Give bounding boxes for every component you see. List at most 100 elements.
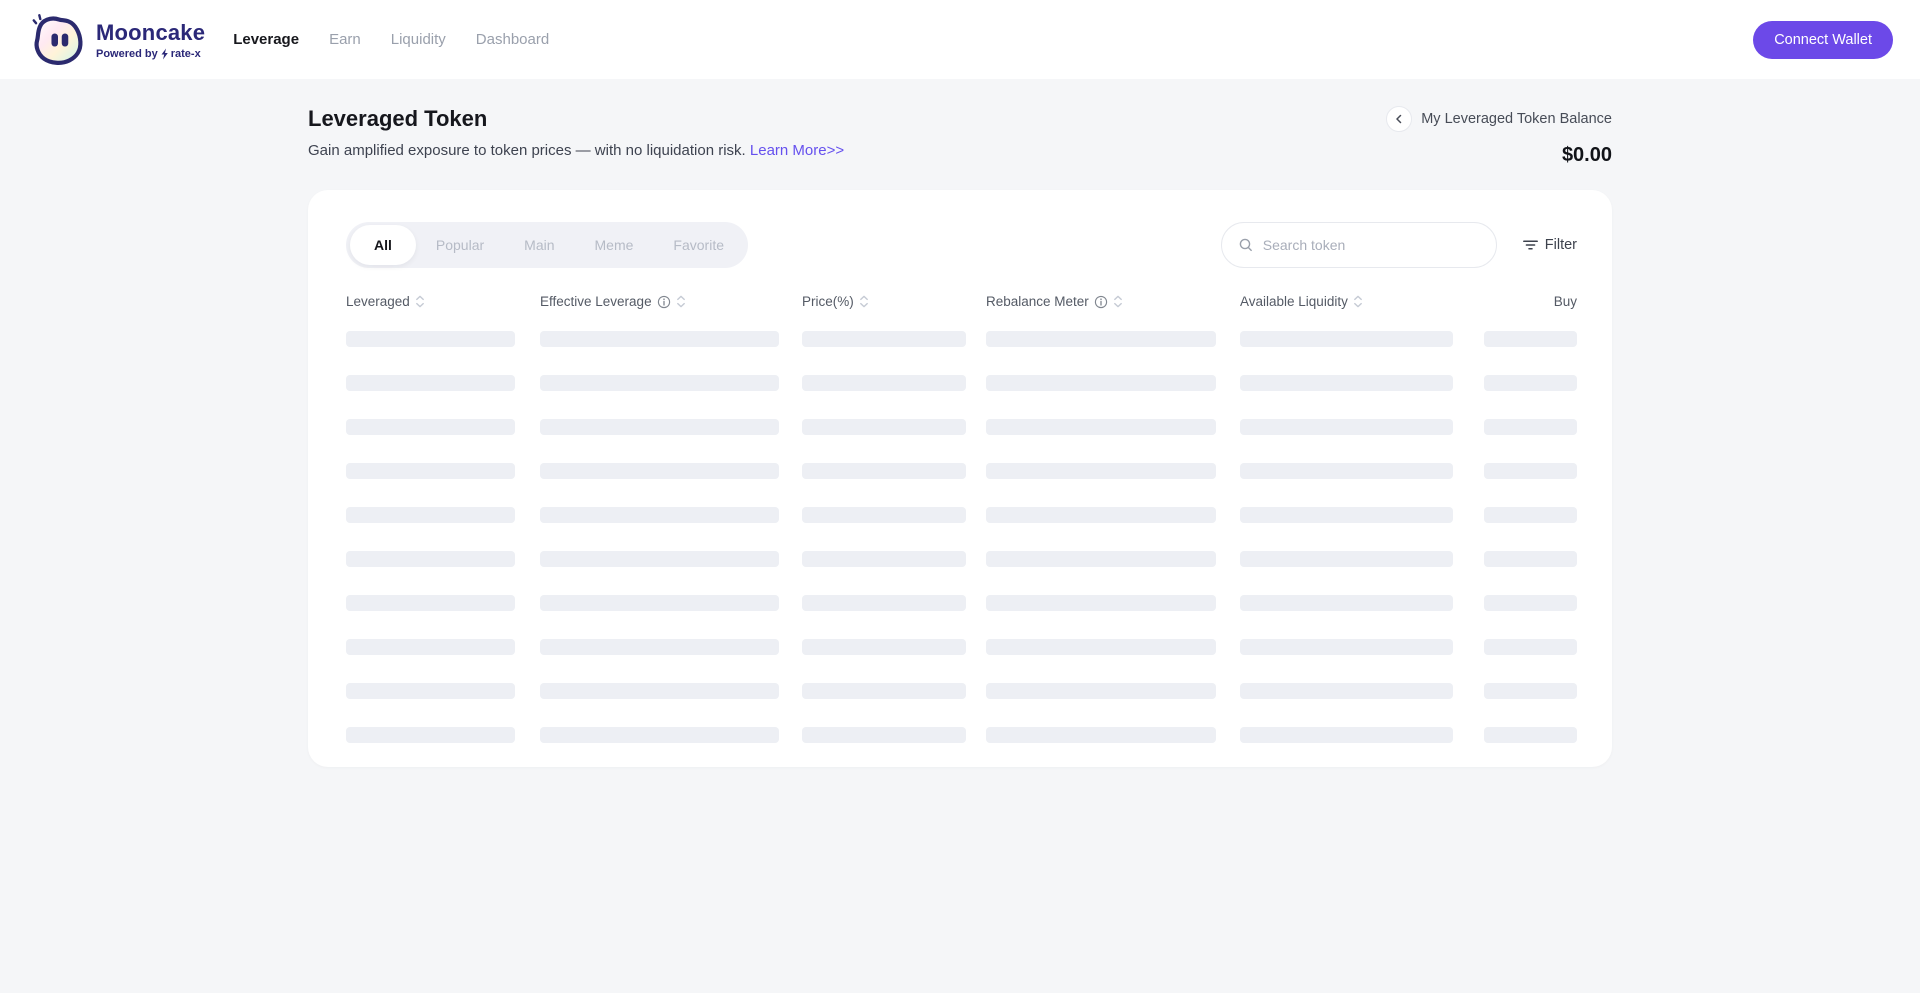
column-header-price[interactable]: Price(%) [802,294,986,309]
skeleton-bar [540,375,779,391]
brand-logo[interactable]: Mooncake Powered by rate-x [30,12,205,68]
skeleton-bar [1484,507,1577,523]
skeleton-bar [540,551,779,567]
skeleton-bar [346,727,515,743]
skeleton-bar [346,419,515,435]
table-row-skeleton [346,375,1577,391]
skeleton-bar [1240,463,1453,479]
skeleton-bar [1484,727,1577,743]
info-icon [1094,295,1107,308]
skeleton-bar [1484,331,1577,347]
search-box[interactable] [1220,222,1497,268]
info-icon [657,295,670,308]
skeleton-bar [540,331,779,347]
tab-popular[interactable]: Popular [416,225,504,265]
table-row-skeleton [346,463,1577,479]
skeleton-bar [1484,639,1577,655]
main-content: Leveraged Token Gain amplified exposure … [308,106,1612,767]
sort-icon [415,295,424,308]
skeleton-bar [986,595,1216,611]
skeleton-bar [986,551,1216,567]
toolbar-right: Filter [1220,222,1577,268]
skeleton-bar [540,727,779,743]
top-bar: Mooncake Powered by rate-x Leverage Earn… [0,0,1920,79]
balance-value: $0.00 [1561,144,1612,166]
page-title: Leveraged Token [308,106,488,131]
table-row-skeleton [346,683,1577,699]
table-row-skeleton [346,331,1577,347]
skeleton-bar [1240,375,1453,391]
skeleton-bar [1240,419,1453,435]
sort-icon [1353,295,1362,308]
column-header-rebalance-meter[interactable]: Rebalance Meter [986,294,1240,309]
skeleton-bar [986,419,1216,435]
skeleton-bar [802,463,966,479]
skeleton-bar [986,463,1216,479]
skeleton-bar [1484,551,1577,567]
skeleton-bar [802,551,966,567]
skeleton-bar [986,683,1216,699]
filter-button[interactable]: Filter [1522,237,1577,253]
connect-wallet-button[interactable]: Connect Wallet [1753,20,1893,59]
nav-item-liquidity[interactable]: Liquidity [391,31,446,48]
table-row-skeleton [346,727,1577,743]
main-nav: Leverage Earn Liquidity Dashboard [233,31,549,48]
learn-more-link[interactable]: Learn More>> [750,142,844,159]
mooncake-mascot-icon [30,12,86,68]
token-list-card: All Popular Main Meme Favorite Search to… [308,190,1612,767]
search-icon [1238,237,1254,253]
skeleton-bar [802,375,966,391]
table-row-skeleton [346,595,1577,611]
skeleton-bar [802,507,966,523]
skeleton-bar [802,727,966,743]
skeleton-bar [1484,419,1577,435]
tab-favorite[interactable]: Favorite [653,225,744,265]
skeleton-bar [346,639,515,655]
skeleton-bar [1240,551,1453,567]
skeleton-bar [540,419,779,435]
brand-tagline: Powered by rate-x [96,47,201,60]
skeleton-bar [1484,375,1577,391]
sort-icon [859,295,868,308]
skeleton-bar [1484,463,1577,479]
skeleton-bar [1484,683,1577,699]
skeleton-bar [1240,595,1453,611]
table-body [346,331,1577,743]
page-subtitle: Gain amplified exposure to token prices … [308,142,845,159]
skeleton-bar [802,595,966,611]
tab-meme[interactable]: Meme [575,225,654,265]
page-title-block: Leveraged Token Gain amplified exposure … [308,106,844,159]
sort-icon [676,295,685,308]
column-header-leveraged[interactable]: Leveraged [346,294,540,309]
collapse-balance-button[interactable] [1386,106,1413,132]
skeleton-bar [346,595,515,611]
skeleton-bar [346,507,515,523]
table-header: Leveraged Effective Leverage Price(%) Re… [346,294,1577,309]
nav-item-dashboard[interactable]: Dashboard [476,31,549,48]
column-header-buy: Buy [1553,294,1577,309]
skeleton-bar [986,727,1216,743]
nav-item-leverage[interactable]: Leverage [233,31,299,48]
column-header-effective-leverage[interactable]: Effective Leverage [540,294,802,309]
search-input[interactable] [1262,237,1484,253]
column-header-available-liquidity[interactable]: Available Liquidity [1240,294,1483,309]
tab-main[interactable]: Main [504,225,574,265]
skeleton-bar [986,375,1216,391]
ratex-bolt-icon [160,48,169,60]
skeleton-bar [986,639,1216,655]
tab-all[interactable]: All [350,225,416,265]
skeleton-bar [986,507,1216,523]
filter-label: Filter [1544,237,1577,253]
brand-text: Mooncake Powered by rate-x [96,20,205,60]
skeleton-bar [1484,595,1577,611]
balance-label: My Leveraged Token Balance [1421,111,1612,127]
sort-icon [1113,295,1122,308]
chevron-left-icon [1396,114,1402,124]
nav-item-earn[interactable]: Earn [329,31,361,48]
skeleton-bar [346,683,515,699]
skeleton-bar [802,419,966,435]
skeleton-bar [540,463,779,479]
table-row-skeleton [346,639,1577,655]
filter-lines-icon [1522,238,1538,252]
table-row-skeleton [346,507,1577,523]
